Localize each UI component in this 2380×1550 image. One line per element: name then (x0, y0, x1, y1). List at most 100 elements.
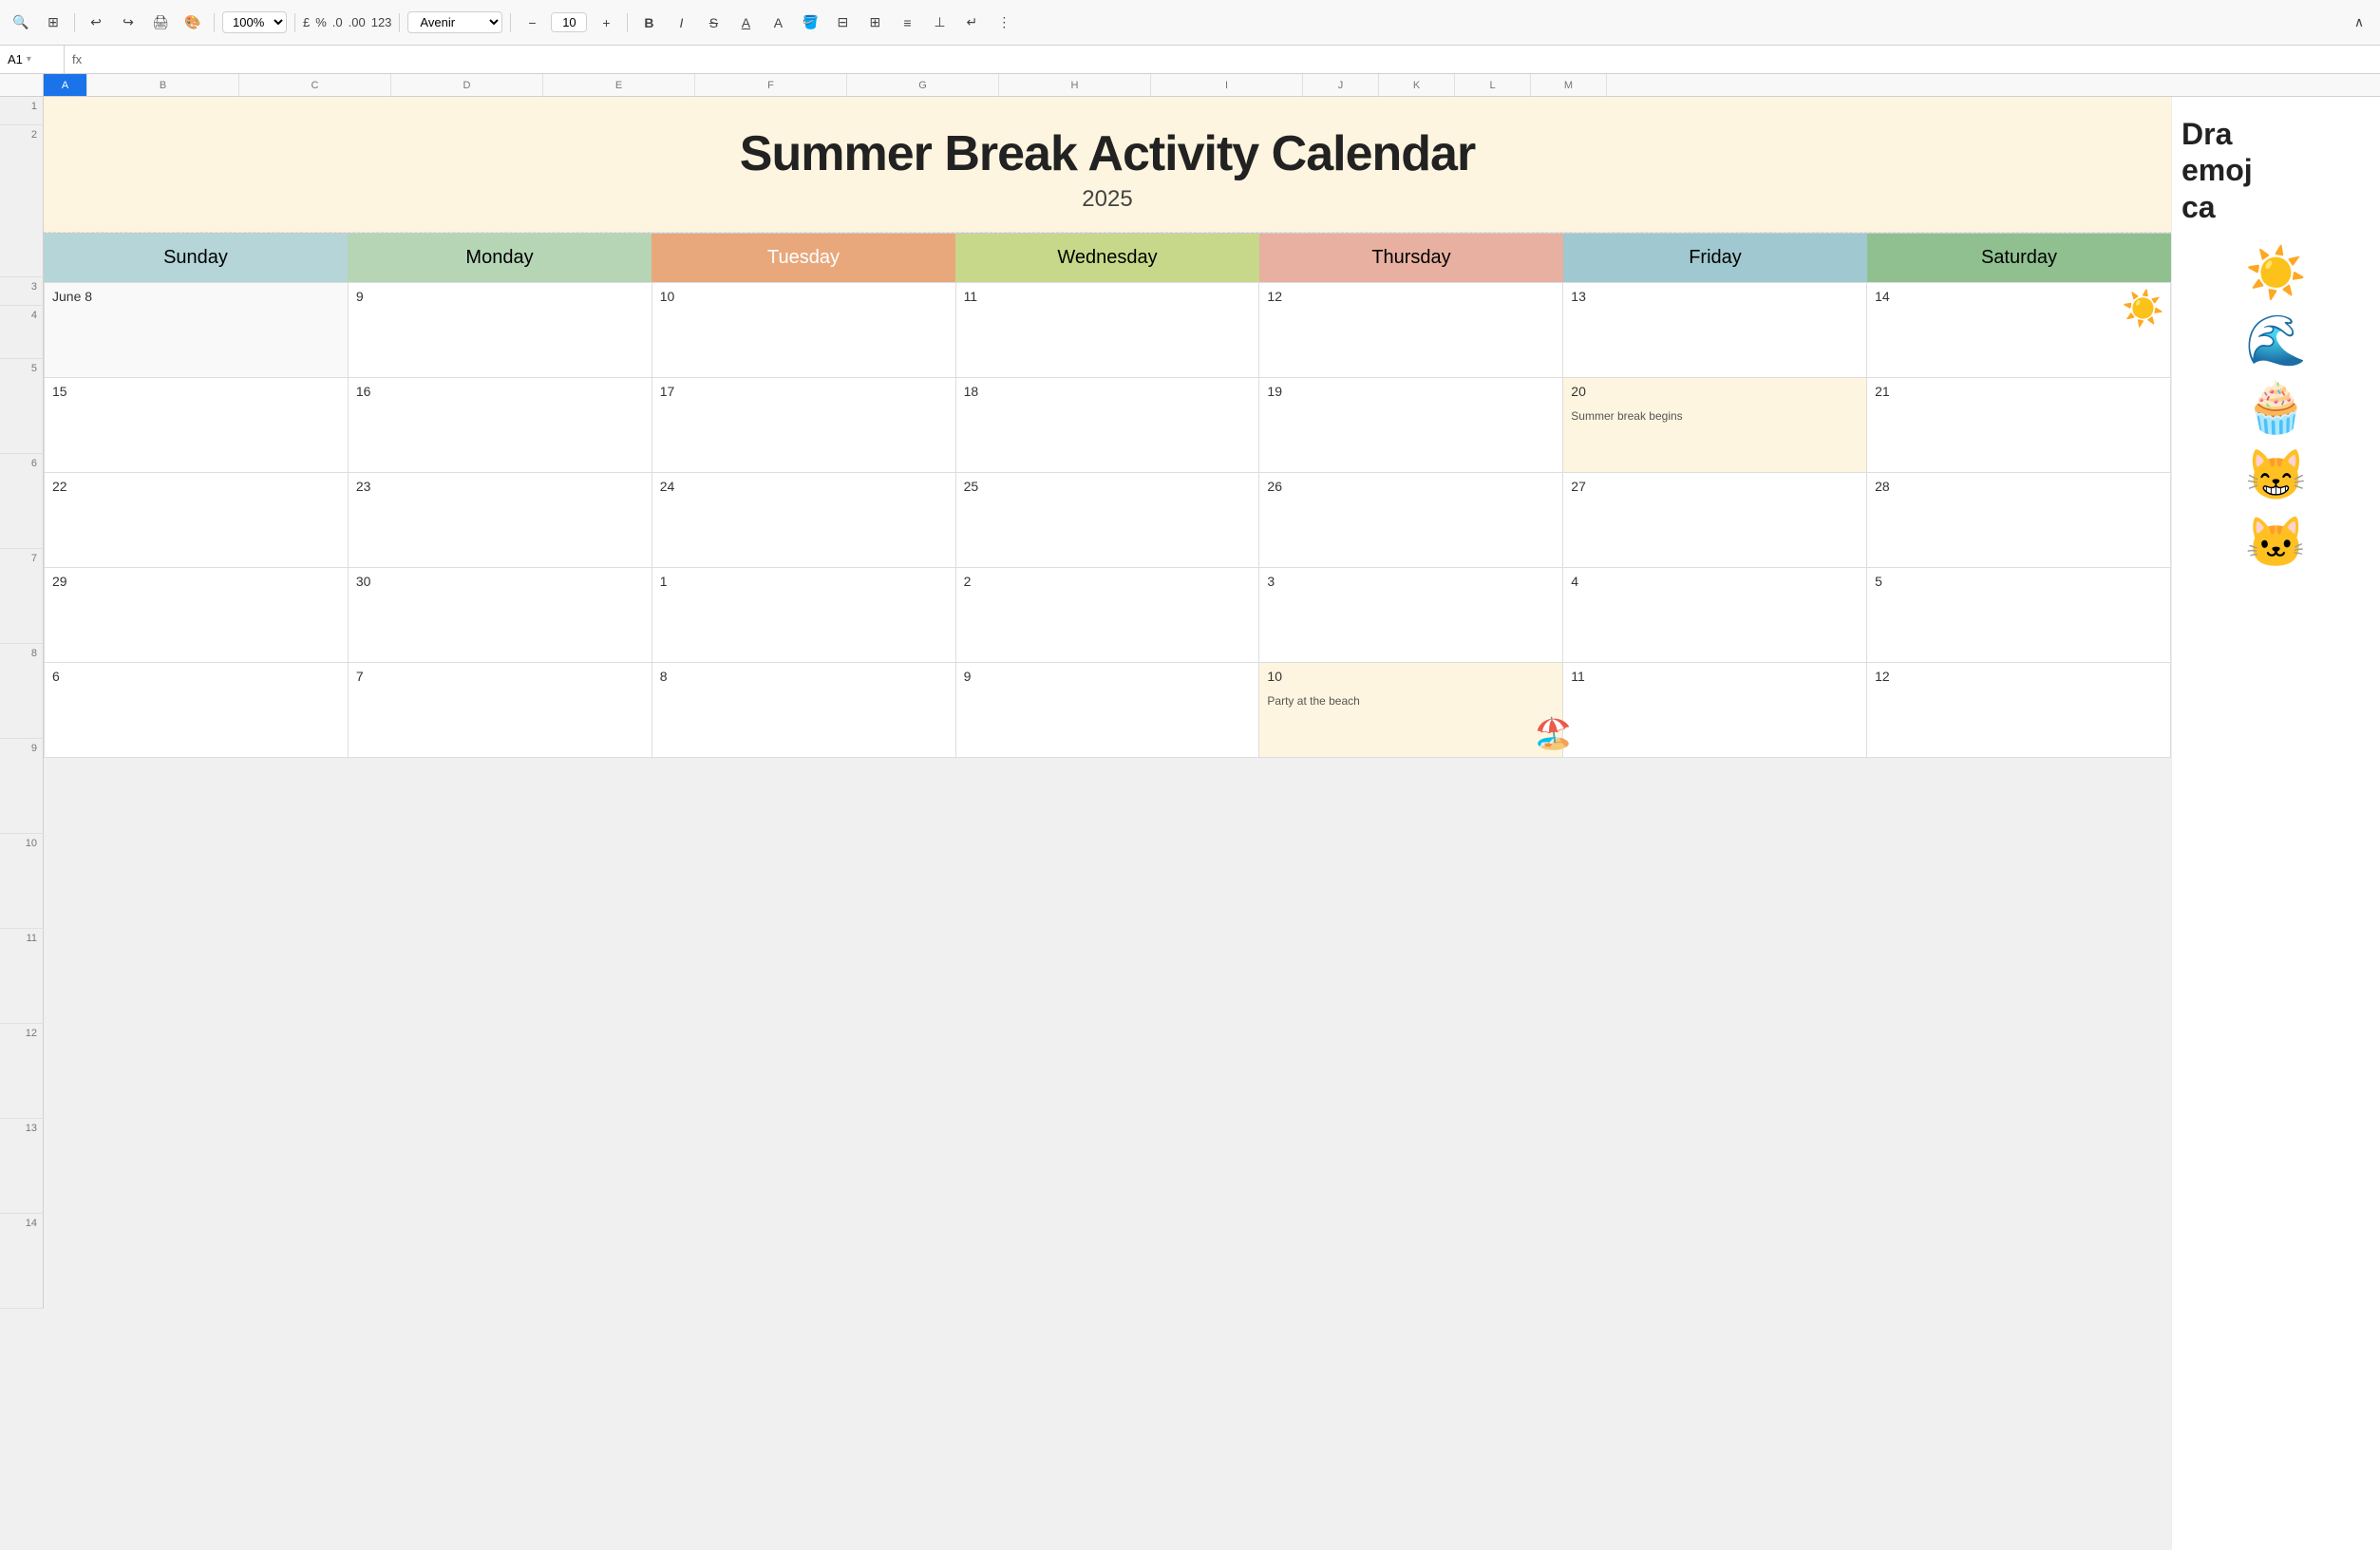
strikethrough-button[interactable]: S (700, 9, 727, 36)
calendar-scroll[interactable]: Summer Break Activity Calendar 2025 Sund… (44, 97, 2380, 1550)
calendar-cell-row4-col5[interactable]: 3 (1259, 568, 1563, 663)
decimal-inc-label: .00 (349, 15, 366, 29)
day-headers: Sunday Monday Tuesday Wednesday Thursday… (44, 233, 2171, 282)
redo-button[interactable]: ↪ (115, 9, 142, 36)
calendar-cell-row4-col3[interactable]: 1 (652, 568, 956, 663)
row-number-column: 1234567891011121314 (0, 74, 44, 1550)
col-header-I[interactable]: I (1151, 74, 1303, 96)
calendar-cell-row3-col4[interactable]: 25 (956, 473, 1260, 568)
calendar-cell-row5-col7[interactable]: 12 (1867, 663, 2171, 758)
col-header-B[interactable]: B (87, 74, 239, 96)
col-header-L[interactable]: L (1455, 74, 1531, 96)
cell-date: 2 (964, 574, 972, 589)
italic-button[interactable]: I (668, 9, 694, 36)
col-header-E[interactable]: E (543, 74, 695, 96)
col-header-F[interactable]: F (695, 74, 847, 96)
col-header-J[interactable]: J (1303, 74, 1379, 96)
more-button[interactable]: ⋮ (991, 9, 1017, 36)
formula-bar: A1 ▾ fx (0, 46, 2380, 74)
divider-4 (399, 13, 400, 32)
zoom-select[interactable]: 100% 75% 125% 150% (222, 11, 287, 33)
col-header-D[interactable]: D (391, 74, 543, 96)
cell-date: 20 (1571, 384, 1586, 399)
calendar-cell-row2-col2[interactable]: 16 (349, 378, 652, 473)
col-header-G[interactable]: G (847, 74, 999, 96)
col-header-A[interactable]: A (44, 74, 87, 96)
cell-date: 17 (660, 384, 675, 399)
calendar-cell-row1-col2[interactable]: 9 (349, 283, 652, 378)
calendar-cell-row1-col5[interactable]: 12 (1259, 283, 1563, 378)
text-color-button[interactable]: A (765, 9, 791, 36)
font-select[interactable]: Avenir Arial Helvetica (407, 11, 502, 33)
calendar-cell-row4-col2[interactable]: 30 (349, 568, 652, 663)
calendar-cell-row1-col4[interactable]: 11 (956, 283, 1260, 378)
paint-button[interactable]: 🎨 (179, 9, 206, 36)
fill-color-button[interactable]: 🪣 (797, 9, 823, 36)
calendar-cell-row3-col3[interactable]: 24 (652, 473, 956, 568)
font-size-input[interactable] (552, 13, 586, 31)
grid-button[interactable]: ⊞ (40, 9, 66, 36)
calendar-cell-row3-col6[interactable]: 27 (1563, 473, 1867, 568)
row-num-13: 13 (0, 1119, 44, 1214)
undo-button[interactable]: ↩ (83, 9, 109, 36)
formula-input[interactable] (89, 52, 2372, 66)
calendar-title: Summer Break Activity Calendar (63, 125, 2152, 182)
calendar-cell-row4-col7[interactable]: 5 (1867, 568, 2171, 663)
calendar-cell-row4-col1[interactable]: 29 (45, 568, 349, 663)
align-button[interactable]: ≡ (894, 9, 920, 36)
row-num-11: 11 (0, 929, 44, 1024)
calendar-cell-row3-col1[interactable]: 22 (45, 473, 349, 568)
calendar-cell-row2-col4[interactable]: 18 (956, 378, 1260, 473)
day-header-monday: Monday (348, 234, 652, 282)
content-area: ABCDEFGHIJKLM Summer Break Activity Cale… (44, 74, 2380, 1550)
cell-date: 29 (52, 574, 67, 589)
merge-button[interactable]: ⊞ (861, 9, 888, 36)
font-size-increase-button[interactable]: + (593, 9, 619, 36)
calendar-cell-row5-col6[interactable]: 11 (1563, 663, 1867, 758)
calendar-cell-row3-col5[interactable]: 26 (1259, 473, 1563, 568)
calendar-cell-row5-col2[interactable]: 7 (349, 663, 652, 758)
valign-button[interactable]: ⊥ (926, 9, 953, 36)
day-header-thursday: Thursday (1259, 234, 1563, 282)
cell-date: 21 (1875, 384, 1890, 399)
calendar-cell-row3-col2[interactable]: 23 (349, 473, 652, 568)
calendar-cell-row4-col6[interactable]: 4 (1563, 568, 1867, 663)
calendar-cell-row5-col5[interactable]: 10Party at the beach🏖️ (1259, 663, 1563, 758)
bold-button[interactable]: B (635, 9, 662, 36)
cell-date: 19 (1267, 384, 1282, 399)
print-button[interactable]: 🖨 (147, 9, 174, 36)
calendar-cell-row2-col1[interactable]: 15 (45, 378, 349, 473)
search-button[interactable]: 🔍 (8, 9, 34, 36)
row-num-6: 6 (0, 454, 44, 549)
calendar-cell-row3-col7[interactable]: 28 (1867, 473, 2171, 568)
calendar-cell-row4-col4[interactable]: 2 (956, 568, 1260, 663)
col-header-C[interactable]: C (239, 74, 391, 96)
calendar-cell-row5-col3[interactable]: 8 (652, 663, 956, 758)
calendar-cell-row2-col3[interactable]: 17 (652, 378, 956, 473)
calendar-cell-row1-col3[interactable]: 10 (652, 283, 956, 378)
calendar-cell-row2-col5[interactable]: 19 (1259, 378, 1563, 473)
collapse-button[interactable]: ∧ (2346, 9, 2372, 36)
cell-date: 11 (1571, 669, 1585, 684)
col-header-K[interactable]: K (1379, 74, 1455, 96)
cell-date: 14 (1875, 289, 1890, 304)
row-num-14: 14 (0, 1214, 44, 1309)
calendar-cell-row1-col6[interactable]: 13 (1563, 283, 1867, 378)
cell-reference: A1 ▾ (8, 46, 65, 73)
calendar-cell-row5-col4[interactable]: 9 (956, 663, 1260, 758)
grey-cat-emoji-sidebar: 🐱 (2182, 514, 2371, 572)
col-header-H[interactable]: H (999, 74, 1151, 96)
calendar-cell-row1-col1[interactable]: June 8 (45, 283, 349, 378)
row-num-10: 10 (0, 834, 44, 929)
font-size-decrease-button[interactable]: − (519, 9, 545, 36)
textwrap-button[interactable]: ↵ (958, 9, 985, 36)
calendar-cell-row2-col6[interactable]: 20Summer break begins (1563, 378, 1867, 473)
calendar-cell-row5-col1[interactable]: 6 (45, 663, 349, 758)
underline-button[interactable]: A (732, 9, 759, 36)
sidebar-text: Draemojca (2182, 116, 2371, 225)
borders-button[interactable]: ⊟ (829, 9, 856, 36)
cell-date: 10 (1267, 669, 1282, 684)
calendar-cell-row1-col7[interactable]: 14☀️ (1867, 283, 2171, 378)
col-header-M[interactable]: M (1531, 74, 1607, 96)
calendar-cell-row2-col7[interactable]: 21 (1867, 378, 2171, 473)
